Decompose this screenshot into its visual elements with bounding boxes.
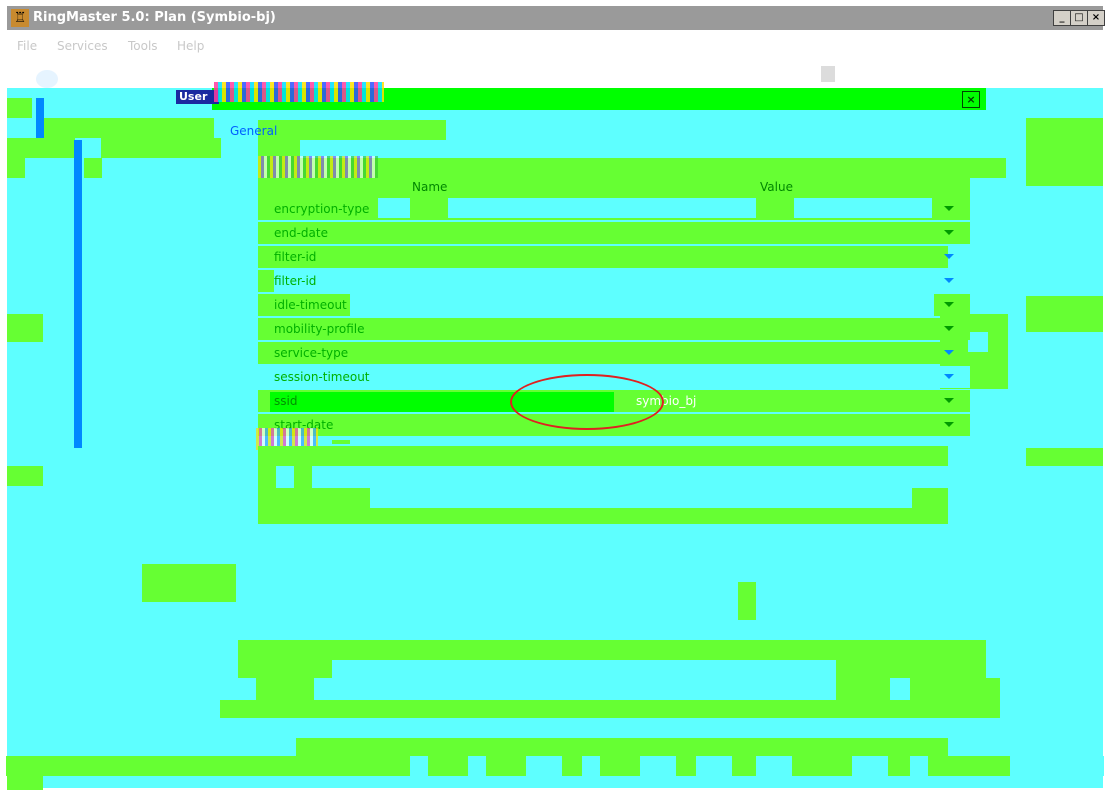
status-gap xyxy=(696,756,732,776)
toolbar-icon[interactable] xyxy=(821,66,835,82)
status-gap xyxy=(852,756,888,776)
status-gap xyxy=(756,756,792,776)
chevron-down-icon[interactable] xyxy=(944,326,954,331)
chevron-down-icon[interactable] xyxy=(944,230,954,235)
properties-header-glitch xyxy=(258,156,378,178)
status-gap xyxy=(1010,756,1104,776)
maximize-button[interactable]: □ xyxy=(1070,10,1088,26)
panel-block xyxy=(836,660,986,678)
column-name-header: Name xyxy=(412,180,448,194)
left-block xyxy=(7,466,43,486)
property-name: filter-id xyxy=(274,274,317,288)
dialog-block xyxy=(258,508,948,524)
status-gap xyxy=(410,756,428,776)
dialog-block xyxy=(294,466,312,488)
chevron-down-icon[interactable] xyxy=(944,350,954,355)
row-gap xyxy=(448,198,756,218)
status-gap xyxy=(910,756,928,776)
window-title: RingMaster 5.0: Plan (Symbio-bj) xyxy=(33,10,276,25)
status-gap xyxy=(526,756,562,776)
left-block xyxy=(101,138,221,158)
ringmaster-icon: ♖ xyxy=(11,9,29,27)
right-gap xyxy=(968,332,988,352)
menu-help[interactable]: Help xyxy=(177,39,204,53)
status-gap xyxy=(468,756,486,776)
minimize-button[interactable]: _ xyxy=(1053,10,1071,26)
left-block xyxy=(7,774,43,790)
property-name: service-type xyxy=(274,346,349,360)
dialog-title-label: User xyxy=(176,90,219,104)
panel-block xyxy=(238,640,986,660)
panel-block xyxy=(220,700,1000,718)
status-gap xyxy=(582,756,600,776)
chevron-down-icon[interactable] xyxy=(944,398,954,403)
right-block xyxy=(1026,118,1103,186)
menu-file[interactable]: File xyxy=(17,39,37,53)
property-name: mobility-profile xyxy=(274,322,365,336)
chevron-down-icon[interactable] xyxy=(944,278,954,283)
chevron-down-icon[interactable] xyxy=(944,254,954,259)
left-block xyxy=(7,158,25,178)
dialog-title-glitch xyxy=(214,82,384,102)
column-value-header: Value xyxy=(760,180,793,194)
property-row[interactable]: filter-id xyxy=(258,270,970,292)
right-block xyxy=(1026,448,1103,466)
property-row[interactable]: service-type xyxy=(258,342,954,364)
panel-block xyxy=(296,738,948,756)
tree-scroll xyxy=(74,140,82,448)
cloud-icon[interactable] xyxy=(36,70,58,88)
property-row[interactable]: idle-timeout xyxy=(258,294,970,316)
chevron-down-icon[interactable] xyxy=(944,422,954,427)
value-field xyxy=(794,198,932,218)
glitch-bar xyxy=(332,432,350,436)
menu-services[interactable]: Services xyxy=(57,39,108,53)
property-row[interactable]: end-date xyxy=(258,222,970,244)
property-row[interactable]: mobility-profile xyxy=(258,318,970,340)
close-button[interactable]: × xyxy=(1087,10,1105,26)
left-block xyxy=(84,158,102,178)
title-bar: ♖ RingMaster 5.0: Plan (Symbio-bj) _ □ × xyxy=(7,6,1105,30)
panel-block xyxy=(836,678,890,700)
panel-block xyxy=(238,660,332,678)
status-gap xyxy=(640,756,676,776)
menu-bar: File Services Tools Help xyxy=(7,30,1103,60)
left-block xyxy=(7,314,43,342)
right-block xyxy=(1026,296,1103,332)
property-name: end-date xyxy=(274,226,328,240)
panel-block xyxy=(256,678,314,700)
dialog-block xyxy=(912,488,948,508)
property-name: encryption-type xyxy=(274,202,370,216)
property-row[interactable]: filter-id xyxy=(258,246,954,268)
panel-block xyxy=(738,582,756,620)
panel-block xyxy=(910,678,1000,700)
property-row[interactable]: encryption-type xyxy=(258,198,970,220)
dialog-block xyxy=(258,488,370,508)
dialog-block xyxy=(258,466,276,488)
dialog-close-button[interactable]: × xyxy=(962,91,980,108)
panel-block xyxy=(142,564,236,602)
chevron-down-icon[interactable] xyxy=(944,374,954,379)
annotation-ellipse xyxy=(510,374,664,430)
property-name: ssid xyxy=(274,394,298,408)
tab-general[interactable]: General xyxy=(230,124,277,138)
column-header xyxy=(258,178,970,198)
row-gap xyxy=(378,198,410,218)
chevron-down-icon[interactable] xyxy=(944,302,954,307)
tree-bar xyxy=(36,98,44,138)
chevron-down-icon[interactable] xyxy=(944,206,954,211)
left-block xyxy=(7,98,32,118)
property-name: filter-id xyxy=(274,250,317,264)
row-gap xyxy=(258,270,274,292)
property-name: session-timeout xyxy=(274,370,370,384)
glitch-bar xyxy=(332,440,350,444)
left-block xyxy=(44,118,214,138)
menu-tools[interactable]: Tools xyxy=(128,39,158,53)
property-name: idle-timeout xyxy=(274,298,347,312)
left-block xyxy=(7,138,75,158)
dialog-block xyxy=(258,446,948,466)
tab-strip xyxy=(258,120,446,140)
